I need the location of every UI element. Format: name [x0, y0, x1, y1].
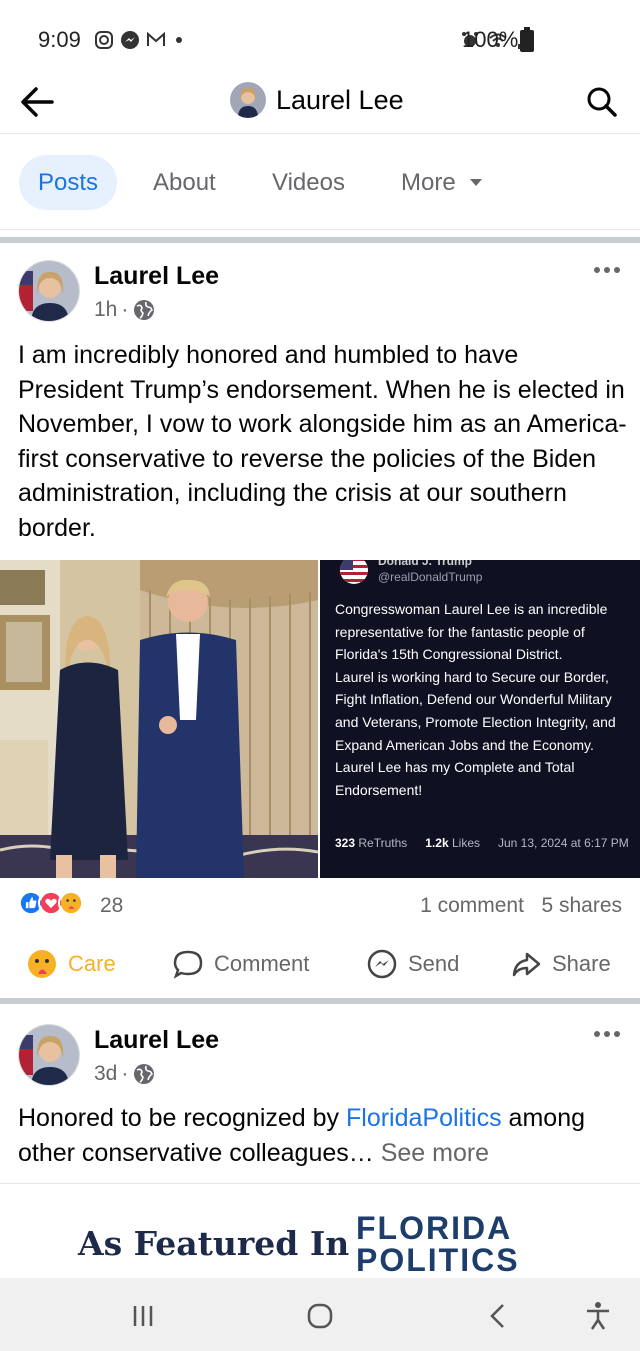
header-profile[interactable]: Laurel Lee: [230, 82, 404, 118]
system-navigation-bar: [0, 1278, 640, 1351]
recent-apps-icon[interactable]: [123, 1296, 163, 1336]
care-button[interactable]: Care: [26, 948, 116, 980]
post-photo[interactable]: [0, 560, 318, 878]
comment-button[interactable]: Comment: [172, 948, 309, 980]
search-icon[interactable]: [584, 84, 620, 120]
share-count[interactable]: 5 shares: [541, 894, 622, 917]
reaction-count[interactable]: 28: [100, 894, 123, 918]
reaction-icons[interactable]: [18, 890, 84, 916]
send-button[interactable]: Send: [366, 948, 459, 980]
care-reaction-icon: [58, 890, 84, 916]
caret-down-icon: [469, 179, 482, 186]
florida-politics-logo-line2: POLITICS: [356, 1242, 520, 1278]
status-bar: 9:09 100%: [0, 0, 640, 70]
post-meta: 3d ·: [94, 1062, 156, 1086]
post-media[interactable]: Donald J. Trump @realDonaldTrump Congres…: [0, 560, 640, 878]
meta-separator: ·: [121, 298, 129, 321]
likes: 1.2k Likes: [425, 836, 480, 850]
battery-percent: 100%: [462, 27, 519, 52]
more-options-icon[interactable]: [592, 260, 622, 280]
truth-handle: @realDonaldTrump: [378, 570, 483, 584]
section-divider: [0, 237, 640, 243]
truth-stats: 323 ReTruths 1.2k Likes Jun 13, 2024 at …: [335, 836, 629, 850]
battery-icon: [520, 27, 534, 52]
share-label: Share: [552, 951, 611, 976]
see-more-link[interactable]: See more: [381, 1139, 489, 1167]
post-header: Laurel Lee 1h ·: [18, 260, 622, 330]
truth-author: Donald J. Trump: [378, 560, 473, 568]
accessibility-icon[interactable]: [578, 1296, 618, 1336]
profile-tabs: Posts About Videos More: [0, 135, 640, 230]
profile-avatar: [230, 82, 266, 118]
post-image[interactable]: As Featured In FLORIDA POLITICS: [0, 1183, 640, 1279]
truth-body: Congresswoman Laurel Lee is an incredibl…: [335, 601, 616, 798]
comment-icon: [173, 950, 203, 979]
tab-more[interactable]: More: [401, 155, 482, 210]
featured-in-text: As Featured In: [78, 1224, 350, 1263]
retruths: 323 ReTruths: [335, 836, 408, 850]
section-divider: [0, 998, 640, 1004]
share-icon: [512, 952, 541, 977]
engagement-stats: 1 comment 5 shares: [420, 894, 622, 918]
more-notifications-dot: [176, 37, 182, 43]
post-time[interactable]: 3d: [94, 1062, 117, 1086]
page-title: Laurel Lee: [276, 84, 404, 115]
truth-avatar: [340, 560, 368, 584]
post-author[interactable]: Laurel Lee: [94, 262, 219, 291]
page-header: Laurel Lee: [0, 70, 640, 134]
notification-icons: [94, 30, 182, 50]
globe-icon: [134, 1064, 155, 1084]
gmail-icon: [147, 31, 165, 46]
tab-posts[interactable]: Posts: [19, 155, 118, 210]
post-header: Laurel Lee 3d ·: [18, 1024, 622, 1094]
truth-date: Jun 13, 2024 at 6:17 PM: [498, 836, 629, 850]
back-arrow-icon[interactable]: [18, 84, 58, 120]
post-text: Honored to be recognized by FloridaPolit…: [18, 1101, 628, 1170]
tab-about[interactable]: About: [153, 155, 216, 210]
post-time[interactable]: 1h: [94, 298, 117, 322]
truth-social-embed[interactable]: Donald J. Trump @realDonaldTrump Congres…: [320, 560, 640, 878]
share-button[interactable]: Share: [510, 948, 611, 980]
tab-videos[interactable]: Videos: [272, 155, 345, 210]
messenger-icon: [121, 31, 139, 49]
post-text-part: Honored to be recognized by: [18, 1104, 346, 1132]
messenger-send-icon: [367, 949, 397, 979]
author-avatar[interactable]: [18, 260, 80, 322]
tab-more-label: More: [401, 168, 456, 196]
floridapolitics-link[interactable]: FloridaPolitics: [346, 1104, 502, 1132]
instagram-icon: [95, 31, 113, 49]
post-author[interactable]: Laurel Lee: [94, 1026, 219, 1055]
send-label: Send: [408, 951, 460, 976]
care-icon: [28, 950, 56, 978]
care-label: Care: [68, 951, 116, 976]
status-time: 9:09: [38, 27, 81, 52]
more-options-icon[interactable]: [592, 1024, 622, 1044]
post-meta: 1h ·: [94, 298, 156, 322]
comment-count[interactable]: 1 comment: [420, 894, 524, 917]
globe-icon: [134, 300, 155, 320]
post-text: I am incredibly honored and humbled to h…: [18, 341, 627, 542]
post-actions: Care Comment Send Share: [0, 940, 640, 995]
meta-separator: ·: [121, 1062, 129, 1085]
home-icon[interactable]: [300, 1296, 340, 1336]
author-avatar[interactable]: [18, 1024, 80, 1086]
reactions-row: 28 1 comment 5 shares: [18, 888, 622, 924]
comment-label: Comment: [214, 951, 310, 976]
back-nav-icon[interactable]: [478, 1296, 518, 1336]
